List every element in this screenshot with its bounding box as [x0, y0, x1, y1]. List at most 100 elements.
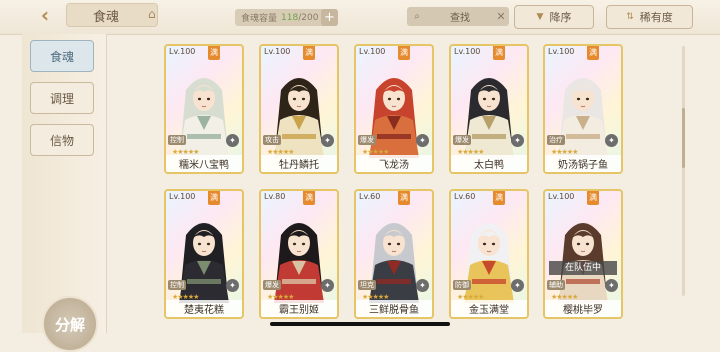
lock-icon[interactable]: ✦ [605, 134, 618, 147]
full-badge: 满 [398, 191, 410, 205]
close-icon[interactable]: ✕ [493, 10, 509, 23]
card-level: Lv.100 [169, 47, 196, 56]
card-name: 金玉满堂 [469, 305, 509, 316]
home-icon[interactable]: ⌂ [148, 7, 164, 21]
sidebar-item-label: 食魂 [49, 49, 74, 64]
card-name-plate: 霸王别姬 [261, 300, 337, 317]
card-name: 牡丹鳞托 [279, 160, 319, 171]
lock-icon[interactable]: ✦ [605, 279, 618, 292]
role-tag: 辅助 [547, 280, 565, 290]
home-indicator [270, 322, 450, 326]
character-card[interactable]: Lv.60 满防御 ✦ ★★★★★ 金玉满堂 [449, 189, 529, 319]
page-title: 食魂 [66, 3, 158, 27]
card-name: 三鲜脱骨鱼 [369, 305, 419, 316]
full-badge: 满 [587, 46, 599, 60]
top-bar: ‹ 食魂 ⌂ 食魂容量 118 /200 + ⌕ 查找 ✕ ▼ 降序 ⇅ 稀有度 [0, 0, 720, 35]
card-level: Lv.60 [359, 192, 381, 201]
sidebar-item-label: 信物 [49, 133, 74, 148]
sort-rarity-label: 稀有度 [639, 11, 673, 24]
character-card[interactable]: Lv.100 满辅助 ✦ ★★★★★ 在队伍中 樱桃毕罗 [543, 189, 623, 319]
capacity-max: /200 [298, 12, 319, 23]
lock-icon[interactable]: ✦ [511, 279, 524, 292]
full-badge: 满 [493, 46, 505, 60]
full-badge: 满 [303, 191, 315, 205]
role-tag: 攻击 [263, 135, 281, 145]
scrollbar-track[interactable] [682, 46, 685, 296]
sort-desc-button[interactable]: ▼ 降序 [514, 5, 594, 29]
sidebar-item-cook[interactable]: 调理 [30, 82, 94, 114]
character-card[interactable]: Lv.100 满爆发 ✦ ★★★★★ 太白鸭 [449, 44, 529, 174]
sort-down-icon: ▼ [536, 12, 544, 22]
card-name: 霸王别姬 [279, 305, 319, 316]
card-name: 奶汤锅子鱼 [558, 160, 608, 171]
lock-icon[interactable]: ✦ [226, 134, 239, 147]
card-level: Lv.100 [454, 47, 481, 56]
page-title-text: 食魂 [93, 9, 120, 25]
card-name: 樱桃毕罗 [563, 305, 603, 316]
role-tag: 控制 [168, 280, 186, 290]
card-level: Lv.100 [169, 192, 196, 201]
card-level: Lv.100 [548, 192, 575, 201]
role-tag: 控制 [168, 135, 186, 145]
decompose-button[interactable]: 分解 [42, 296, 98, 352]
full-badge: 满 [208, 191, 220, 205]
card-level: Lv.100 [264, 47, 291, 56]
capacity-current: 118 [281, 12, 299, 23]
character-card[interactable]: Lv.100 满攻击 ✦ ★★★★★ 牡丹鳞托 [259, 44, 339, 174]
sidebar-item-soul[interactable]: 食魂 [30, 40, 94, 72]
full-badge: 满 [208, 46, 220, 60]
character-card[interactable]: Lv.100 满爆发 ✦ ★★★★★ 飞龙汤 [354, 44, 434, 174]
add-capacity-button[interactable]: + [321, 9, 338, 26]
sort-desc-label: 降序 [549, 11, 572, 24]
search-icon: ⌕ [414, 11, 420, 22]
role-tag: 爆发 [453, 135, 471, 145]
lock-icon[interactable]: ✦ [511, 134, 524, 147]
lock-icon[interactable]: ✦ [321, 134, 334, 147]
card-name: 太白鸭 [474, 160, 504, 171]
role-tag: 治疗 [547, 135, 565, 145]
character-card[interactable]: Lv.80 满爆发 ✦ ★★★★★ 霸王别姬 [259, 189, 339, 319]
role-tag: 坦克 [358, 280, 376, 290]
card-name-plate: 太白鸭 [451, 155, 527, 172]
lock-icon[interactable]: ✦ [416, 134, 429, 147]
sort-updown-icon: ⇅ [626, 12, 634, 22]
card-name-plate: 糯米八宝鸭 [166, 155, 242, 172]
card-level: Lv.80 [264, 192, 286, 201]
card-name: 糯米八宝鸭 [179, 160, 229, 171]
full-badge: 满 [587, 191, 599, 205]
lock-icon[interactable]: ✦ [226, 279, 239, 292]
search-input[interactable]: ⌕ 查找 ✕ [407, 7, 509, 26]
character-card[interactable]: Lv.100 满控制 ✦ ★★★★★ 糯米八宝鸭 [164, 44, 244, 174]
role-tag: 爆发 [358, 135, 376, 145]
team-badge: 在队伍中 [549, 261, 617, 275]
full-badge: 满 [493, 191, 505, 205]
card-name-plate: 牡丹鳞托 [261, 155, 337, 172]
card-name-plate: 樱桃毕罗 [545, 300, 621, 317]
capacity-label: 食魂容量 [241, 14, 278, 24]
character-card[interactable]: Lv.100 满控制 ✦ ★★★★★ 楚夷花糕 [164, 189, 244, 319]
lock-icon[interactable]: ✦ [416, 279, 429, 292]
sidebar-item-label: 调理 [49, 91, 74, 106]
search-text: 查找 [450, 13, 470, 24]
sidebar: 食魂 调理 信物 分解 [22, 34, 107, 352]
card-level: Lv.100 [359, 47, 386, 56]
card-name-plate: 楚夷花糕 [166, 300, 242, 317]
card-name-plate: 奶汤锅子鱼 [545, 155, 621, 172]
full-badge: 满 [398, 46, 410, 60]
sort-rarity-button[interactable]: ⇅ 稀有度 [606, 5, 693, 29]
card-name-plate: 飞龙汤 [356, 155, 432, 172]
character-card[interactable]: Lv.100 满治疗 ✦ ★★★★★ 奶汤锅子鱼 [543, 44, 623, 174]
card-level: Lv.60 [454, 192, 476, 201]
card-level: Lv.100 [548, 47, 575, 56]
back-arrow-icon[interactable]: ‹ [31, 2, 59, 28]
role-tag: 防御 [453, 280, 471, 290]
lock-icon[interactable]: ✦ [321, 279, 334, 292]
character-card[interactable]: Lv.60 满坦克 ✦ ★★★★★ 三鲜脱骨鱼 [354, 189, 434, 319]
scrollbar-thumb[interactable] [682, 108, 685, 168]
card-name-plate: 金玉满堂 [451, 300, 527, 317]
sidebar-item-token[interactable]: 信物 [30, 124, 94, 156]
full-badge: 满 [303, 46, 315, 60]
capacity-indicator: 食魂容量 118 /200 + [235, 9, 338, 26]
role-tag: 爆发 [263, 280, 281, 290]
card-name: 飞龙汤 [379, 160, 409, 171]
